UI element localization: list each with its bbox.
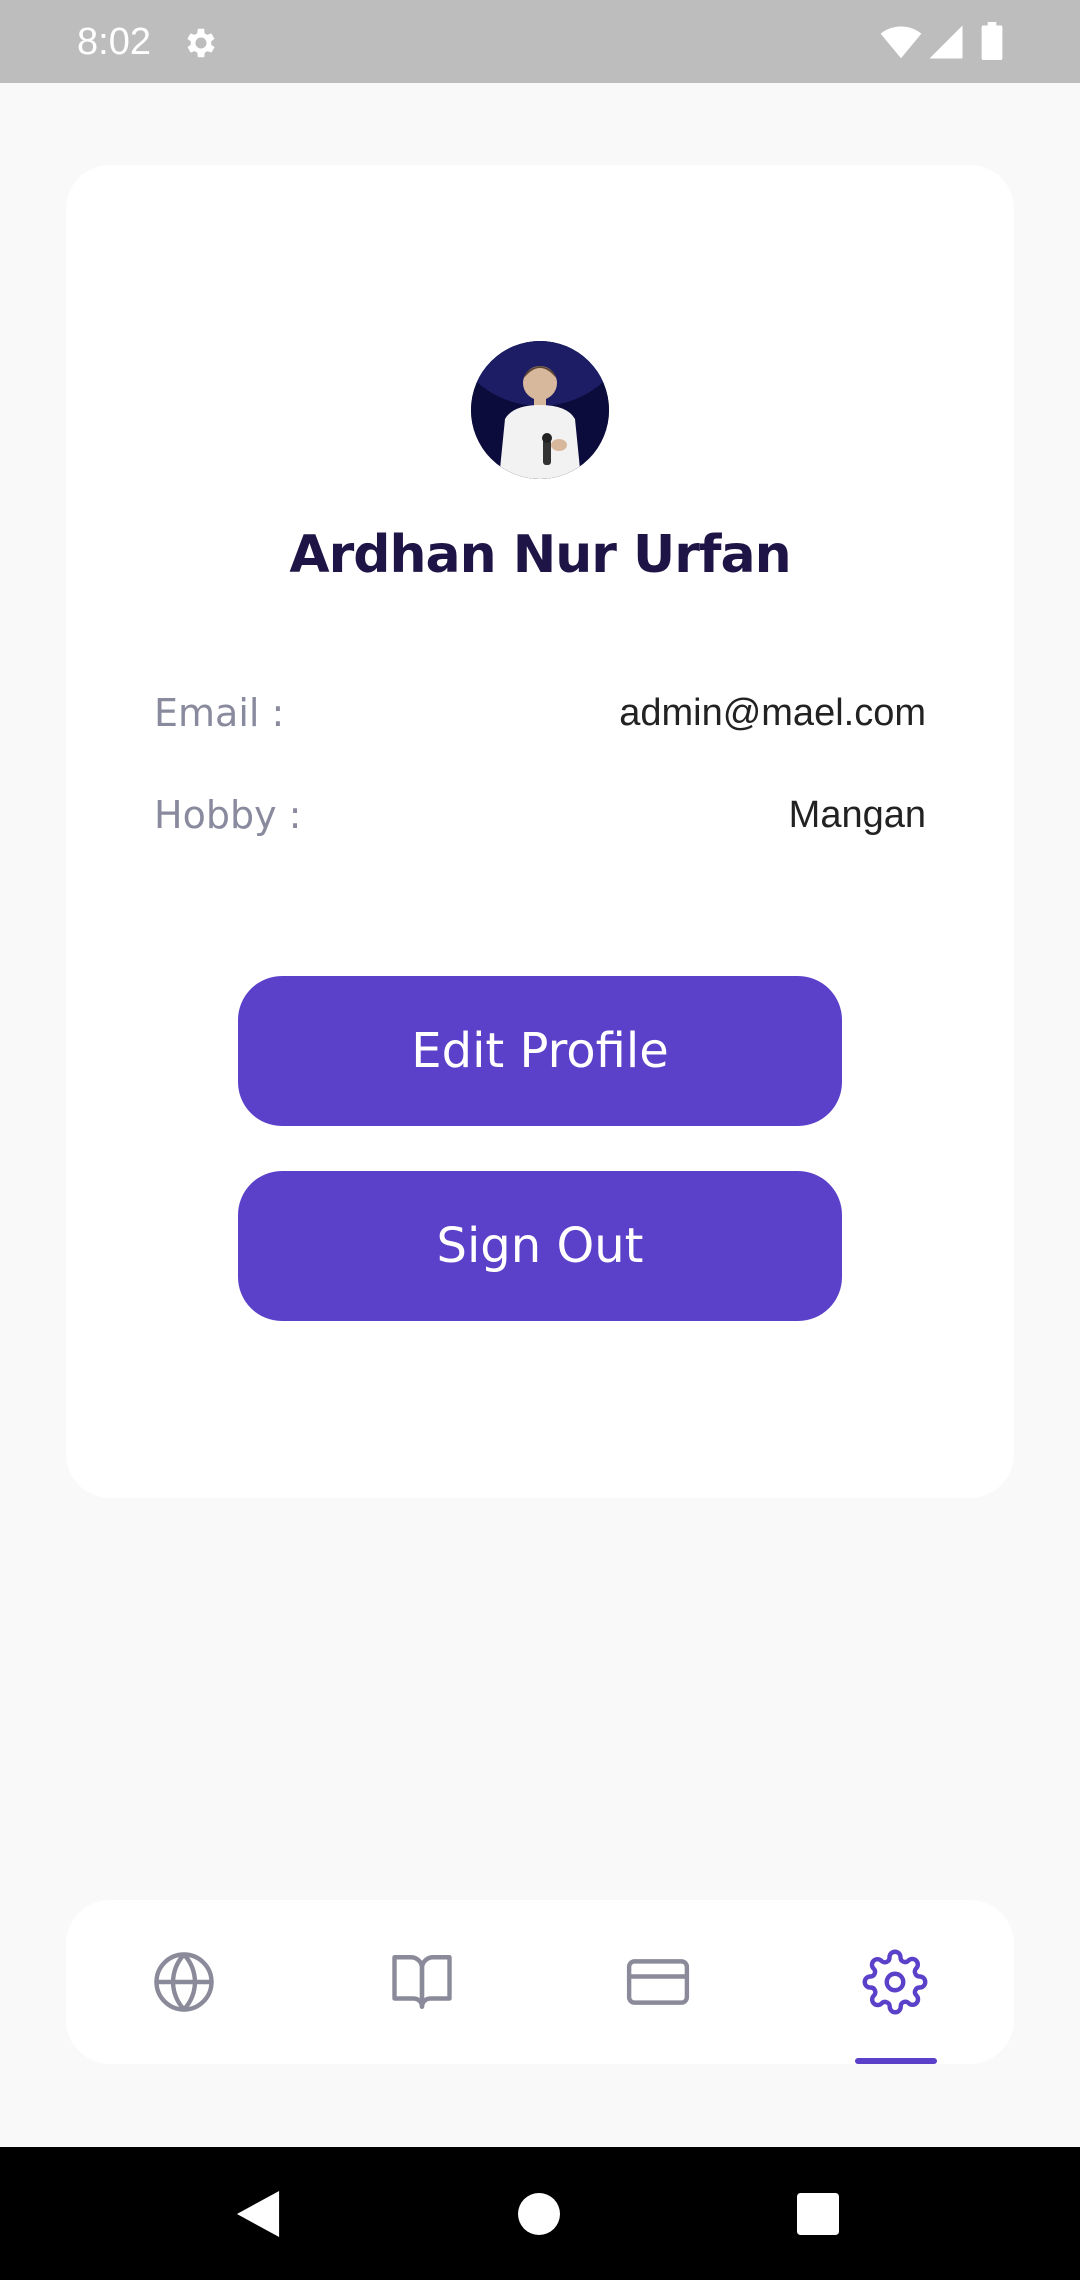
system-navigation-bar	[0, 2147, 1080, 2280]
settings-icon	[862, 1949, 928, 2015]
profile-name: Ardhan Nur Urfan	[289, 525, 791, 585]
email-row: Email : admin@mael.com	[154, 683, 926, 743]
nav-item-card[interactable]	[598, 1900, 718, 2064]
hobby-row: Hobby : Mangan	[154, 785, 926, 845]
email-value: admin@mael.com	[619, 692, 926, 734]
wifi-icon	[880, 26, 922, 59]
avatar	[471, 341, 609, 479]
cell-signal-icon	[929, 25, 963, 59]
profile-card: Ardhan Nur Urfan Email : admin@mael.com …	[66, 165, 1014, 1498]
credit-card-icon	[626, 1959, 690, 2005]
nav-item-book[interactable]	[362, 1900, 482, 2064]
nav-item-settings[interactable]	[835, 1900, 955, 2064]
battery-icon	[981, 22, 1003, 60]
active-tab-indicator	[855, 2058, 937, 2064]
nav-item-globe[interactable]	[124, 1900, 244, 2064]
recents-icon[interactable]	[797, 2193, 839, 2235]
settings-gear-icon	[187, 28, 215, 58]
profile-photo-icon	[471, 341, 609, 479]
email-label: Email :	[154, 691, 285, 735]
status-bar: 8:02	[0, 0, 1080, 83]
home-icon[interactable]	[518, 2193, 560, 2235]
hobby-value: Mangan	[788, 794, 926, 836]
status-time: 8:02	[77, 21, 151, 63]
hobby-label: Hobby :	[154, 793, 302, 837]
edit-profile-button[interactable]: Edit Profile	[238, 976, 842, 1126]
back-icon[interactable]	[236, 2191, 280, 2237]
book-icon	[392, 1955, 452, 2009]
sign-out-button[interactable]: Sign Out	[238, 1171, 842, 1321]
globe-icon	[154, 1952, 214, 2012]
bottom-navigation	[66, 1900, 1014, 2064]
